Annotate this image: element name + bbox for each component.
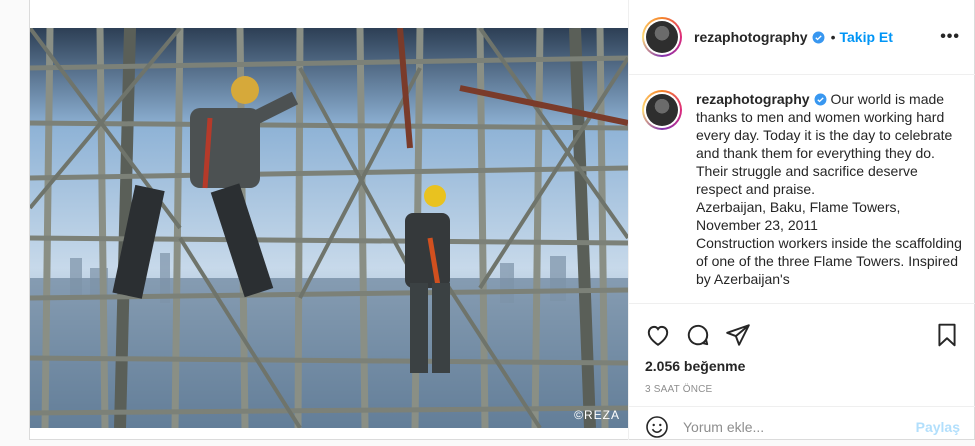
post-comment-button[interactable]: Paylaş <box>916 419 960 435</box>
post-timestamp[interactable]: 3 SAAT ÖNCE <box>629 374 975 395</box>
caption-text: Our world is made thanks to men and wome… <box>696 91 962 287</box>
caption-avatar[interactable] <box>642 90 682 130</box>
header-username[interactable]: rezaphotography <box>694 29 808 45</box>
comment-form: Paylaş <box>629 406 975 446</box>
follow-button[interactable]: Takip Et <box>839 29 892 45</box>
comment-bubble-icon[interactable] <box>685 322 711 348</box>
paper-plane-icon[interactable] <box>725 322 751 348</box>
avatar-image <box>646 21 678 53</box>
scaffolding-photo <box>30 28 628 428</box>
heart-icon[interactable] <box>645 322 671 348</box>
likes-count[interactable]: 2.056 beğenme <box>629 354 975 374</box>
caption-username[interactable]: rezaphotography <box>696 91 810 107</box>
worker-right <box>405 185 450 373</box>
post-header: rezaphotography • Takip Et ••• <box>629 0 975 75</box>
caption-body: rezaphotography Our world is made thanks… <box>696 90 964 302</box>
smiley-icon[interactable] <box>645 415 669 439</box>
post-side-pane: rezaphotography • Takip Et ••• rezaphoto… <box>628 0 975 440</box>
caption: rezaphotography Our world is made thanks… <box>642 90 964 302</box>
post-photo[interactable]: ©REZA <box>30 28 628 428</box>
action-bar <box>629 304 975 354</box>
separator-dot: • <box>830 29 836 45</box>
verified-badge-icon <box>814 93 827 106</box>
caption-avatar-image <box>646 94 678 126</box>
more-options-icon[interactable]: ••• <box>940 28 960 46</box>
action-section: 2.056 beğenme 3 SAAT ÖNCE Paylaş <box>629 303 975 440</box>
verified-badge-icon <box>812 31 825 43</box>
comment-input[interactable] <box>683 418 916 435</box>
post-card: ©REZA rezaphotography • Takip Et ••• rez… <box>29 0 975 440</box>
photo-copyright: ©REZA <box>574 408 620 422</box>
avatar[interactable] <box>642 17 682 57</box>
bookmark-icon[interactable] <box>934 322 960 348</box>
